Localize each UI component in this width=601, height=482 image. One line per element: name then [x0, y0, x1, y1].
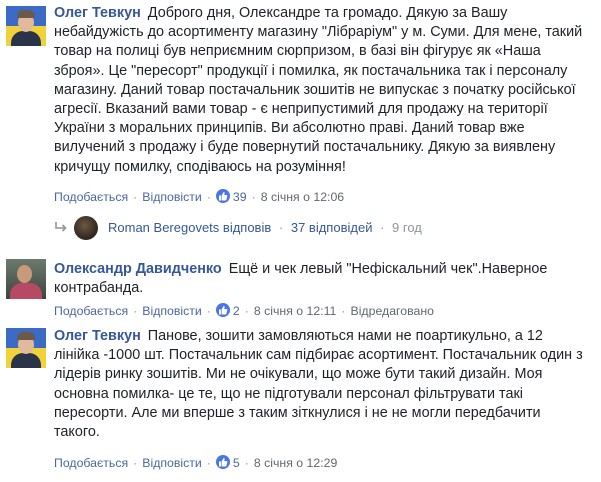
like-button[interactable]: Подобається: [54, 190, 128, 204]
reaction-count[interactable]: 39: [233, 190, 247, 204]
comment-author[interactable]: Олег Тевкун: [54, 5, 141, 21]
avatar[interactable]: [6, 259, 46, 299]
comment-actions: Подобається · Відповісти · 2 · 8 січня о 12:11…: [54, 303, 434, 318]
avatar[interactable]: [6, 328, 46, 368]
comment-author[interactable]: Олег Тевкун: [54, 328, 141, 344]
thumbs-up-icon: [215, 189, 230, 203]
avatar: [74, 216, 98, 240]
reaction-count[interactable]: 5: [233, 456, 240, 470]
reaction-count[interactable]: 2: [233, 304, 240, 318]
comment-body: Олександр Давидченко Ещё и чек левый "Не…: [54, 260, 584, 298]
like-button[interactable]: Подобається: [54, 456, 128, 470]
replies-summary[interactable]: Roman Beregovets відповів · 37 відповіде…: [54, 212, 574, 244]
comment-timestamp[interactable]: 8 січня о 12:29: [254, 456, 337, 470]
replies-age: 9 год: [392, 220, 422, 235]
reply-arrow-icon: [55, 222, 67, 232]
thumbs-up-icon: [215, 303, 230, 317]
replies-count[interactable]: 37 відповідей: [291, 220, 373, 235]
reply-verb: відповів: [222, 220, 272, 235]
comment-body: Олег Тевкун Панове, зошити замовляються …: [54, 327, 584, 442]
edited-label[interactable]: Відредаговано: [351, 304, 434, 318]
avatar[interactable]: [6, 6, 46, 46]
replies-text[interactable]: Roman Beregovets відповів · 37 відповіде…: [108, 212, 422, 244]
comment-text: Панове, зошити замовляються нами не поар…: [54, 328, 583, 441]
comment-actions: Подобається · Відповісти · 39 · 8 січня о 12:0…: [54, 189, 345, 204]
thumbs-up-icon: [215, 455, 230, 469]
comment-text: Доброго дня, Олександре та громадо. Дяку…: [54, 5, 583, 175]
comment-author[interactable]: Олександр Давидченко: [54, 261, 222, 277]
comment-body: Олег Тевкун Доброго дня, Олександре та г…: [54, 4, 584, 177]
reply-button[interactable]: Відповісти: [142, 190, 202, 204]
like-button[interactable]: Подобається: [54, 304, 128, 318]
comment-actions: Подобається · Відповісти · 5 · 8 січня о 12:29: [54, 455, 338, 470]
reply-button[interactable]: Відповісти: [142, 304, 202, 318]
comment-timestamp[interactable]: 8 січня о 12:06: [261, 190, 344, 204]
reply-author[interactable]: Roman Beregovets: [108, 220, 219, 235]
comment-timestamp[interactable]: 8 січня о 12:11: [254, 304, 337, 318]
reply-button[interactable]: Відповісти: [142, 456, 202, 470]
